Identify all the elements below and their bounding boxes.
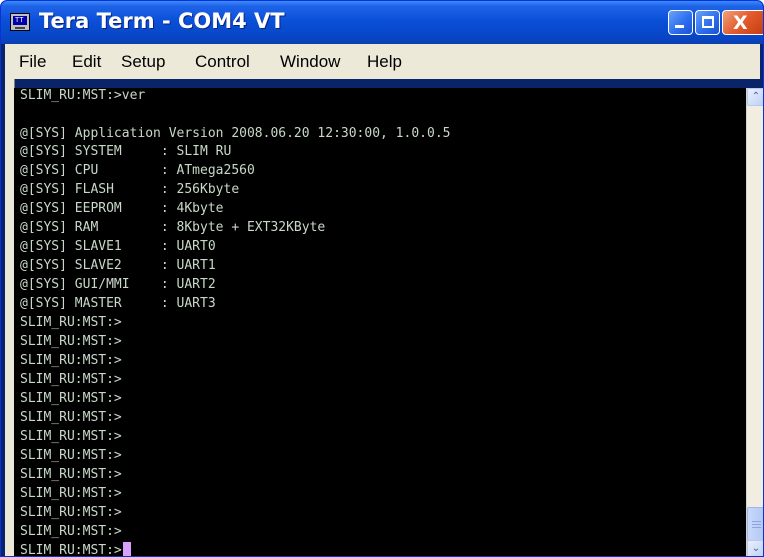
scroll-thumb[interactable] — [747, 507, 763, 541]
window-title: Tera Term - COM4 VT — [39, 9, 285, 33]
terminal-prompt-line: SLIM_RU:MST:> — [20, 524, 122, 539]
close-button[interactable]: X — [722, 10, 763, 35]
terminal-prompt-line: SLIM_RU:MST:> — [20, 467, 122, 482]
terminal-prompt-line: SLIM_RU:MST:> — [20, 429, 122, 444]
maximize-button[interactable] — [695, 10, 720, 35]
app-icon-screen: TT — [13, 16, 27, 25]
terminal-prompt-line: SLIM_RU:MST:> — [20, 410, 122, 425]
menu-setup[interactable]: Setup — [121, 52, 165, 72]
vertical-scrollbar[interactable]: ⌃ ⌄ — [746, 88, 763, 556]
terminal-output-line: @[SYS] Application Version 2008.06.20 12… — [20, 126, 451, 141]
terminal-output-line: @[SYS] MASTER : UART3 — [20, 296, 216, 311]
app-icon-label: TT — [15, 16, 24, 24]
terminal-prompt-line: SLIM_RU:MST:> — [20, 372, 122, 387]
terminal-prompt-line: SLIM_RU:MST:> — [20, 542, 131, 556]
scroll-down-icon[interactable]: ⌄ — [747, 540, 763, 556]
terminal-prompt-line: SLIM_RU:MST:> — [20, 315, 122, 330]
terminal-output-line: @[SYS] CPU : ATmega2560 — [20, 163, 255, 178]
terminal-prompt-line: SLIM_RU:MST:> — [20, 505, 122, 520]
tera-term-app-icon[interactable]: TT — [10, 13, 30, 31]
menu-window[interactable]: Window — [280, 52, 340, 72]
maximize-icon — [702, 16, 714, 28]
terminal-prompt-line: SLIM_RU:MST:> — [20, 334, 122, 349]
thumb-grip-line — [752, 521, 761, 522]
terminal-prompt-line: SLIM_RU:MST:> — [20, 448, 122, 463]
terminal-output-line: @[SYS] EEPROM : 4Kbyte — [20, 201, 224, 216]
terminal-output-line: @[SYS] SLAVE2 : UART1 — [20, 258, 216, 273]
terminal-prompt-line: SLIM_RU:MST:> — [20, 353, 122, 368]
terminal-output-line: @[SYS] FLASH : 256Kbyte — [20, 182, 240, 197]
minimize-button[interactable] — [668, 10, 693, 35]
menu-edit[interactable]: Edit — [72, 52, 101, 72]
thumb-grip-line — [752, 524, 761, 525]
tera-term-window: TT Tera Term - COM4 VT X File Edit Setup… — [0, 0, 764, 557]
thumb-grip-line — [752, 527, 761, 528]
terminal-output-line: @[SYS] SLAVE1 : UART0 — [20, 239, 216, 254]
terminal-prompt-line: SLIM_RU:MST:> — [20, 391, 122, 406]
terminal-output-line: @[SYS] SYSTEM : SLIM RU — [20, 144, 232, 159]
menu-help[interactable]: Help — [367, 52, 402, 72]
menu-control[interactable]: Control — [195, 52, 250, 72]
minimize-icon — [675, 25, 684, 28]
terminal-area[interactable]: SLIM_RU:MST:>ver @[SYS] Application Versi… — [14, 88, 746, 556]
terminal-prompt-line: SLIM_RU:MST:> — [20, 486, 122, 501]
scroll-up-icon[interactable]: ⌃ — [747, 88, 763, 106]
text-cursor — [122, 542, 131, 556]
terminal-output-line: @[SYS] RAM : 8Kbyte + EXT32KByte — [20, 220, 326, 235]
menu-file[interactable]: File — [19, 52, 46, 72]
close-icon: X — [733, 12, 748, 34]
menu-bar: File Edit Setup Control Window Help — [5, 44, 760, 79]
app-icon-base — [15, 27, 25, 29]
terminal-output-line: @[SYS] GUI/MMI : UART2 — [20, 277, 216, 292]
terminal-command-line: SLIM_RU:MST:>ver — [20, 88, 146, 103]
title-bar[interactable]: TT Tera Term - COM4 VT X — [1, 1, 763, 44]
